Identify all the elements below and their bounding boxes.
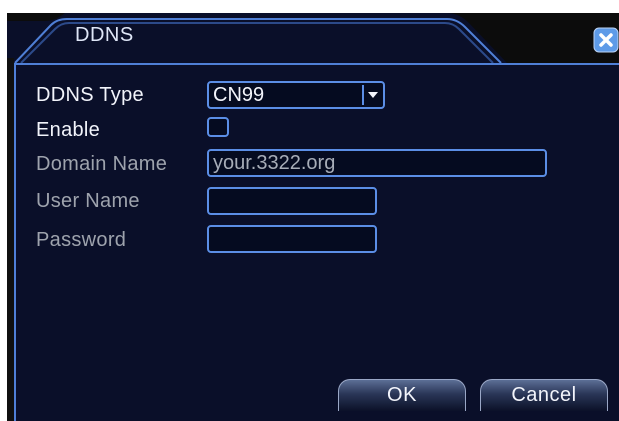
ddns-dialog: DDNS DDNS Type CN99 Enable Domain Name y… <box>0 0 619 421</box>
enable-checkbox[interactable] <box>207 117 229 137</box>
ddns-type-value: CN99 <box>213 84 265 106</box>
domain-name-value: your.3322.org <box>213 152 336 174</box>
close-button[interactable] <box>593 27 619 53</box>
title-bar: DDNS <box>7 13 619 63</box>
enable-label: Enable <box>36 119 101 141</box>
cancel-button[interactable]: Cancel <box>480 379 608 411</box>
user-name-label: User Name <box>36 190 140 212</box>
close-icon <box>593 27 619 53</box>
domain-name-input[interactable]: your.3322.org <box>207 149 547 177</box>
ddns-type-select[interactable]: CN99 <box>207 81 385 109</box>
password-label: Password <box>36 229 127 251</box>
window-frame-left <box>7 58 14 421</box>
ok-button[interactable]: OK <box>338 379 466 411</box>
dialog-title: DDNS <box>75 24 134 46</box>
user-name-input[interactable] <box>207 187 377 215</box>
password-input[interactable] <box>207 225 377 253</box>
chevron-down-icon[interactable] <box>362 85 380 105</box>
ddns-type-label: DDNS Type <box>36 84 144 106</box>
domain-name-label: Domain Name <box>36 153 168 175</box>
